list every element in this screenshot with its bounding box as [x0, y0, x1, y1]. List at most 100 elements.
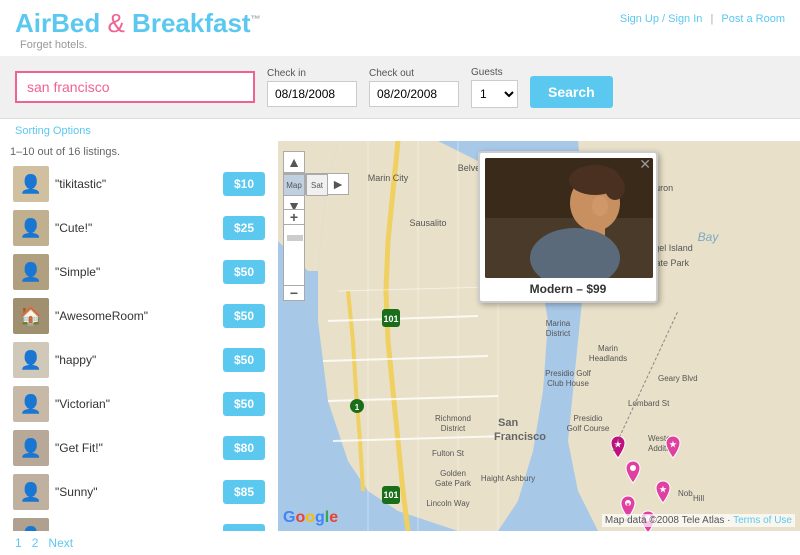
- svg-text:1: 1: [355, 403, 360, 412]
- guests-label: Guests: [471, 67, 518, 78]
- svg-text:Richmond: Richmond: [435, 414, 471, 423]
- map-type-map[interactable]: Map: [283, 174, 305, 196]
- search-button[interactable]: Search: [530, 76, 613, 108]
- logo-air: AirBed: [15, 8, 100, 38]
- svg-text:Marin: Marin: [598, 344, 618, 353]
- listing-thumbnail: 👤: [13, 210, 49, 246]
- popup-close-button[interactable]: ✕: [639, 156, 651, 173]
- listing-item[interactable]: 👤"Cute!"$25: [10, 208, 268, 248]
- svg-text:San: San: [498, 417, 518, 429]
- popup-photo: [485, 158, 653, 278]
- svg-text:Presidio Golf: Presidio Golf: [545, 369, 592, 378]
- svg-text:Presidio: Presidio: [574, 414, 603, 423]
- checkin-label: Check in: [267, 68, 357, 79]
- logo-breakfast: Breakfast: [132, 8, 251, 38]
- svg-text:District: District: [441, 424, 466, 433]
- svg-text:Lincoln Way: Lincoln Way: [426, 499, 469, 508]
- listing-price: $50: [223, 304, 265, 328]
- svg-text:Western: Western: [648, 434, 678, 443]
- listings-panel: 1–10 out of 16 listings. 👤"tikitastic"$1…: [0, 141, 278, 531]
- guests-select[interactable]: 1 2 3 4: [472, 81, 517, 107]
- svg-text:101: 101: [383, 490, 398, 500]
- svg-text:Club House: Club House: [547, 379, 589, 388]
- svg-text:Geary Blvd: Geary Blvd: [658, 374, 698, 383]
- map-zoom-controls: + −: [283, 209, 305, 301]
- checkin-input[interactable]: [267, 81, 357, 107]
- map-attribution: Map data ©2008 Tele Atlas · Terms of Use: [602, 514, 795, 527]
- listing-thumbnail: 👤: [13, 430, 49, 466]
- listing-item[interactable]: 👤 "Get Fit!" $80: [10, 428, 268, 468]
- terms-of-use-link[interactable]: Terms of Use: [733, 515, 792, 526]
- listing-thumbnail: 👤: [13, 166, 49, 202]
- checkin-group: Check in: [267, 68, 357, 107]
- page-2-link[interactable]: 2: [32, 536, 39, 550]
- map-type-sat[interactable]: Sat: [306, 174, 328, 196]
- logo-amp: &: [100, 8, 132, 38]
- search-bar: Check in Check out Guests 1 2 3 4 Search: [0, 56, 800, 119]
- svg-text:Golden: Golden: [440, 469, 466, 478]
- listing-item[interactable]: 👤 "Victorian" $50: [10, 384, 268, 424]
- main-content: 1–10 out of 16 listings. 👤"tikitastic"$1…: [0, 141, 800, 531]
- map-type-controls: Map Sat: [283, 174, 328, 196]
- sorting-bar: Sorting Options: [0, 119, 800, 141]
- svg-text:Gate Park: Gate Park: [435, 479, 472, 488]
- listing-item[interactable]: 👤"happy"$50: [10, 340, 268, 380]
- listing-price: $90: [223, 524, 265, 531]
- listing-thumbnail: 🏠: [13, 298, 49, 334]
- listing-price: $85: [223, 480, 265, 504]
- zoom-slider-handle[interactable]: [287, 235, 303, 241]
- checkout-label: Check out: [369, 68, 459, 79]
- popup-title: Modern – $99: [485, 282, 651, 296]
- listing-price: $50: [223, 348, 265, 372]
- map-nav-up[interactable]: ▲: [283, 151, 305, 173]
- zoom-slider-track: [283, 225, 305, 285]
- svg-text:Sausalito: Sausalito: [409, 218, 446, 228]
- listing-item[interactable]: 👤"Sunny"$85: [10, 472, 268, 512]
- signup-link[interactable]: Sign Up / Sign In: [620, 13, 703, 25]
- svg-text:Nob: Nob: [678, 489, 693, 498]
- listing-name: "tikitastic": [55, 177, 217, 191]
- map-zoom-out[interactable]: −: [283, 285, 305, 301]
- listing-thumbnail: 👤: [13, 386, 49, 422]
- page-1-link[interactable]: 1: [15, 536, 22, 550]
- svg-text:Marina: Marina: [546, 319, 571, 328]
- listing-item[interactable]: 👤"tikitastic"$10: [10, 164, 268, 204]
- listing-name: "happy": [55, 353, 217, 367]
- map-panel[interactable]: 101 1 101 Marin City Belvedere Tiburon S…: [278, 141, 800, 531]
- checkout-input[interactable]: [369, 81, 459, 107]
- map-nav-right[interactable]: ►: [327, 173, 349, 195]
- location-input[interactable]: [15, 71, 255, 103]
- header: AirBed & Breakfast™ Forget hotels. Sign …: [0, 0, 800, 56]
- listing-thumbnail: 👤: [13, 254, 49, 290]
- listing-name: "Victorian": [55, 397, 217, 411]
- listings-list: 👤"tikitastic"$10👤"Cute!"$25👤"Simple"$50🏠…: [10, 164, 268, 531]
- sorting-options-link[interactable]: Sorting Options: [15, 125, 91, 137]
- listing-item[interactable]: 👤"Cute"$90: [10, 516, 268, 531]
- listing-price: $80: [223, 436, 265, 460]
- link-separator: |: [710, 13, 713, 25]
- listing-item[interactable]: 👤 "Simple" $50: [10, 252, 268, 292]
- results-count: 1–10 out of 16 listings.: [10, 146, 268, 158]
- svg-text:101: 101: [383, 314, 398, 324]
- listing-name: "Sunny": [55, 485, 217, 499]
- listing-name: "Get Fit!": [55, 441, 217, 455]
- guests-select-wrapper: 1 2 3 4: [471, 80, 518, 108]
- svg-text:Addition: Addition: [648, 444, 677, 453]
- listing-name: "Cute": [55, 529, 217, 531]
- svg-text:Francisco: Francisco: [494, 431, 546, 443]
- header-links: Sign Up / Sign In | Post a Room: [620, 13, 785, 25]
- map-zoom-in[interactable]: +: [283, 209, 305, 225]
- listing-item[interactable]: 🏠 "AwesomeRoom" $50: [10, 296, 268, 336]
- logo: AirBed & Breakfast™: [15, 8, 261, 39]
- popup-image: [485, 158, 653, 278]
- next-page-link[interactable]: Next: [48, 536, 73, 550]
- google-logo: Google: [283, 509, 338, 527]
- svg-text:District: District: [546, 329, 571, 338]
- listing-name: "Simple": [55, 265, 217, 279]
- post-room-link[interactable]: Post a Room: [721, 13, 785, 25]
- listing-price: $25: [223, 216, 265, 240]
- listing-price: $50: [223, 392, 265, 416]
- svg-text:Lombard St: Lombard St: [628, 399, 670, 408]
- listing-name: "AwesomeRoom": [55, 309, 217, 323]
- listing-price: $50: [223, 260, 265, 284]
